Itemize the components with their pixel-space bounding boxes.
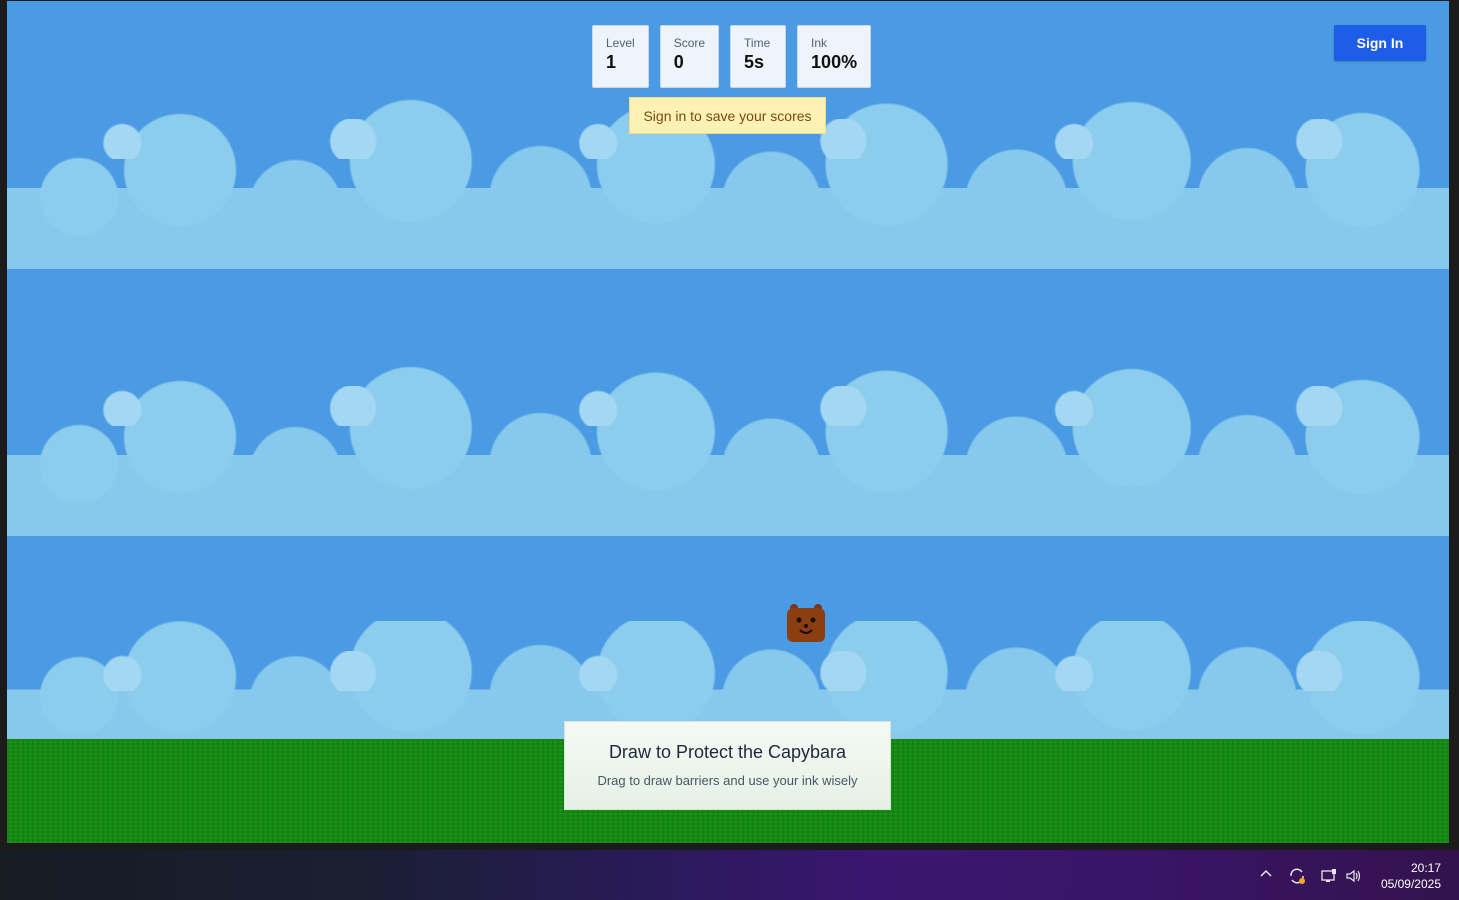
score-stat: Score 0 <box>659 25 720 88</box>
clock-date: 05/09/2025 <box>1380 877 1441 891</box>
instructions-text: Drag to draw barriers and use your ink w… <box>597 773 858 788</box>
chevron-up-icon[interactable] <box>1257 867 1275 885</box>
cloud-layer <box>7 356 1449 536</box>
score-label: Score <box>673 36 706 50</box>
time-value: 5s <box>744 52 765 72</box>
sync-icon[interactable] <box>1288 867 1306 885</box>
sign-in-button[interactable]: Sign In <box>1334 25 1426 61</box>
ink-stat: Ink 100% <box>797 25 872 88</box>
level-label: Level <box>606 36 635 50</box>
system-clock[interactable]: 20:17 05/09/2025 <box>1381 860 1441 892</box>
ink-label: Ink <box>811 36 828 50</box>
ink-value: 100% <box>811 52 858 72</box>
taskbar: 20:17 05/09/2025 <box>0 850 1459 900</box>
clock-time: 20:17 <box>1410 861 1441 875</box>
game-canvas[interactable]: Level 1 Score 0 Time 5s Ink 100% Sign in… <box>7 1 1449 843</box>
instructions-title: Draw to Protect the Capybara <box>608 742 847 762</box>
network-icon[interactable] <box>1320 867 1338 885</box>
browser-window: Level 1 Score 0 Time 5s Ink 100% Sign in… <box>0 0 1459 850</box>
time-stat: Time 5s <box>730 25 787 88</box>
volume-icon[interactable] <box>1345 867 1363 885</box>
hud: Level 1 Score 0 Time 5s Ink 100% <box>592 25 872 88</box>
capybara-sprite <box>787 604 825 642</box>
time-label: Time <box>744 36 771 50</box>
score-value: 0 <box>673 52 684 72</box>
level-value: 1 <box>606 52 617 72</box>
instructions-panel: Draw to Protect the Capybara Drag to dra… <box>564 721 891 810</box>
level-stat: Level 1 <box>592 25 649 88</box>
sign-in-banner: Sign in to save your scores <box>629 97 826 134</box>
